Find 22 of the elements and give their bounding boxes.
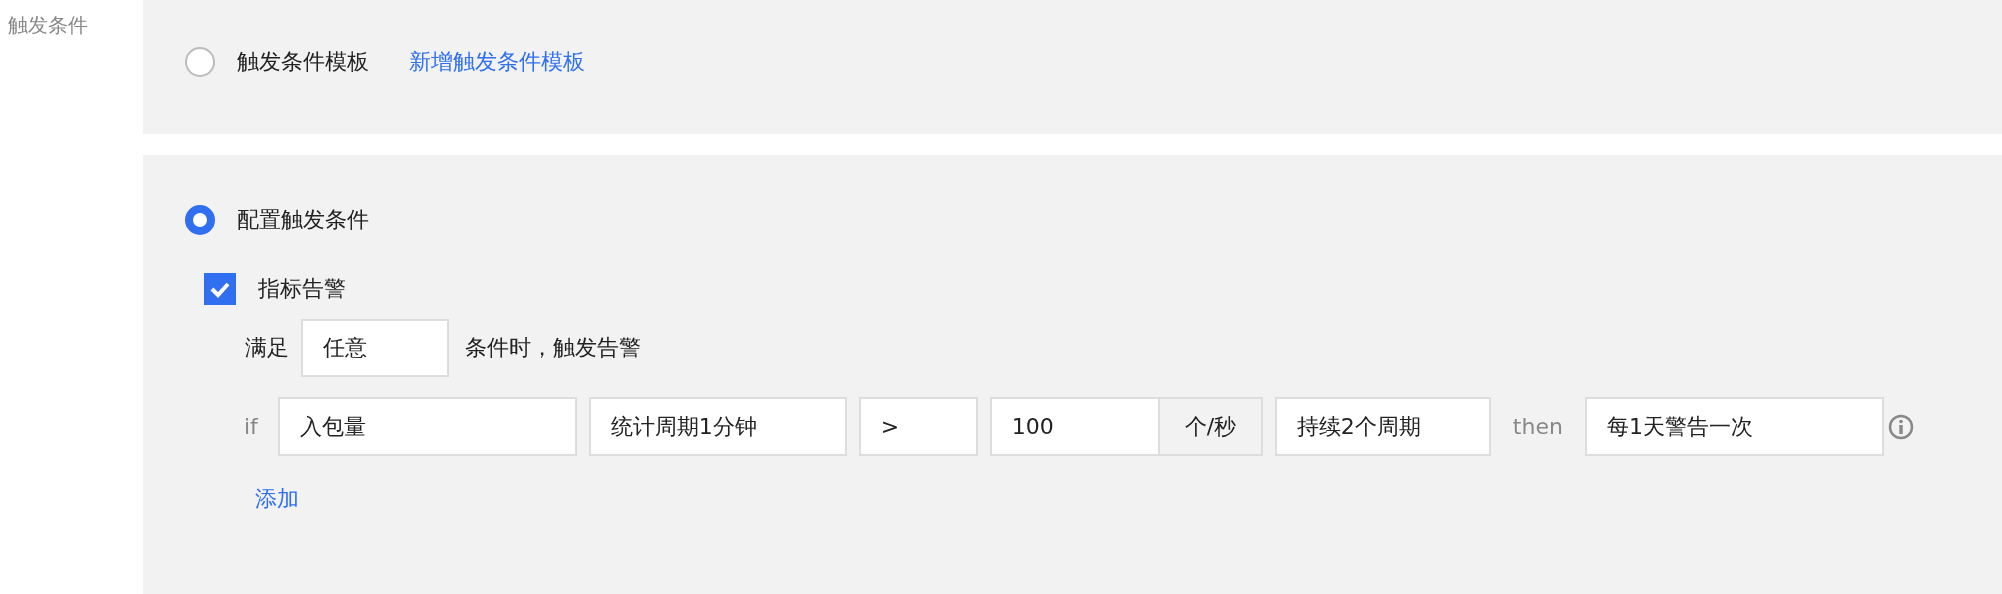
option-label: 触发条件模板 — [237, 48, 369, 76]
add-template-link[interactable]: 新增触发条件模板 — [409, 47, 585, 77]
option-label: 配置触发条件 — [237, 206, 369, 234]
frequency-select[interactable]: 每1天警告一次 — [1584, 397, 1884, 456]
radio-button[interactable] — [185, 205, 215, 235]
section-label: 触发条件 — [8, 13, 88, 37]
info-icon[interactable] — [1887, 413, 1914, 440]
suffix-text: 条件时，触发告警 — [465, 334, 641, 362]
operator-select[interactable]: > — [858, 397, 978, 456]
period-select[interactable]: 统计周期1分钟 — [588, 397, 847, 456]
match-select[interactable]: 任意 — [301, 319, 449, 377]
checkbox-label: 指标告警 — [258, 275, 346, 303]
add-link[interactable]: 添加 — [255, 484, 299, 514]
unit-addon: 个/秒 — [1159, 397, 1263, 456]
prefix-text: 满足 — [245, 334, 289, 362]
then-label: then — [1512, 414, 1563, 439]
metric-select[interactable]: 入包量 — [277, 397, 577, 456]
if-label: if — [244, 414, 258, 439]
duration-select[interactable]: 持续2个周期 — [1274, 397, 1491, 456]
checkbox[interactable] — [204, 273, 236, 305]
threshold-field[interactable]: 100 — [989, 397, 1160, 456]
radio-button[interactable] — [185, 47, 215, 77]
